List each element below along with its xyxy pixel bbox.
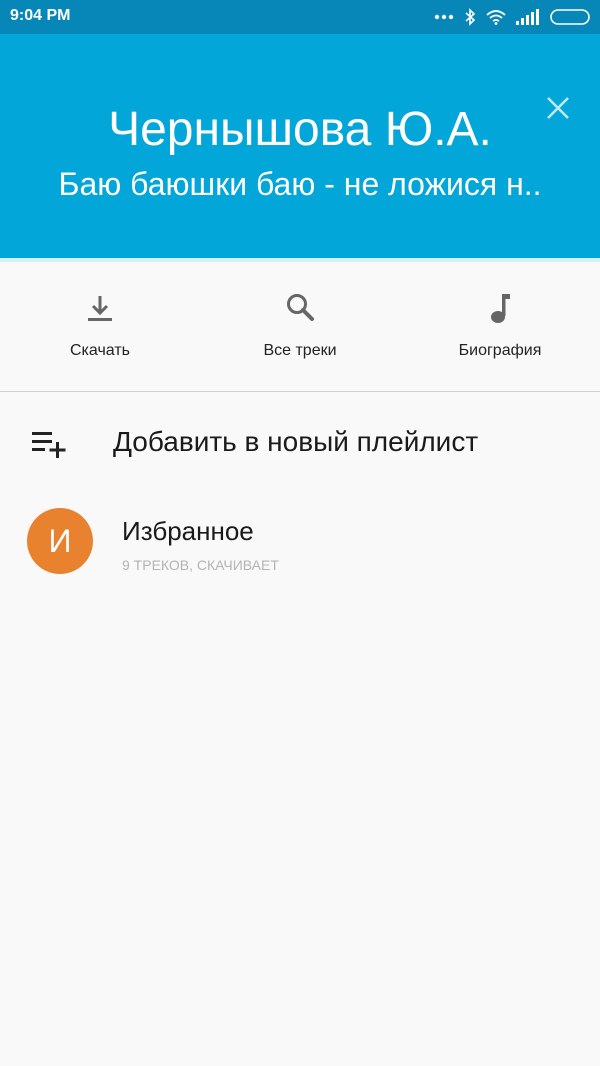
- playlist-add-icon: [32, 432, 66, 458]
- biography-button[interactable]: Биография: [400, 262, 600, 391]
- status-time: 9:04 PM: [10, 7, 71, 24]
- wifi-icon: [486, 10, 506, 25]
- biography-label: Биография: [458, 342, 542, 359]
- playlist-title: Избранное: [122, 516, 254, 546]
- section-divider: [0, 391, 600, 392]
- add-new-playlist-label: Добавить в новый плейлист: [113, 426, 479, 457]
- playlist-subtitle: 9 ТРЕКОВ, СКАЧИВАЕТ: [122, 557, 279, 573]
- all-tracks-label: Все треки: [263, 342, 337, 359]
- playlist-avatar: И: [27, 508, 93, 574]
- search-icon: [287, 294, 314, 321]
- action-row: Скачать Все треки Биография: [0, 262, 600, 391]
- artist-name: Чернышова Ю.А.: [108, 103, 492, 156]
- download-icon: [88, 296, 112, 321]
- bluetooth-icon: [465, 8, 476, 26]
- artist-header: Чернышова Ю.А. Баю баюшки баю - не ложис…: [0, 34, 600, 258]
- add-new-playlist-button[interactable]: Добавить в новый плейлист: [0, 408, 600, 480]
- battery-icon: [550, 9, 590, 25]
- signal-icon: [516, 9, 539, 25]
- music-note-icon: [491, 294, 510, 323]
- status-icons: [434, 6, 592, 28]
- more-dots-icon: [434, 14, 454, 20]
- playlist-item[interactable]: И Избранное 9 ТРЕКОВ, СКАЧИВАЕТ: [0, 500, 600, 584]
- all-tracks-button[interactable]: Все треки: [200, 262, 400, 391]
- download-label: Скачать: [70, 342, 130, 359]
- status-bar: 9:04 PM: [0, 0, 600, 34]
- song-title: Баю баюшки баю - не ложися н..: [58, 166, 542, 202]
- download-button[interactable]: Скачать: [0, 262, 200, 391]
